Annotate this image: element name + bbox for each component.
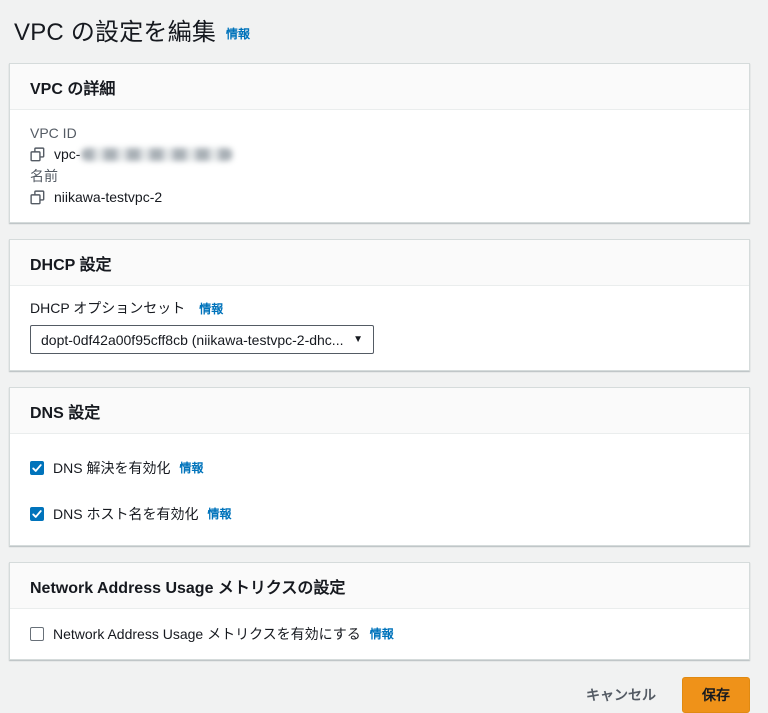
dhcp-info-link[interactable]: 情報 [199, 302, 223, 316]
dns-hostnames-info-link[interactable]: 情報 [207, 505, 231, 523]
dns-resolution-row: DNS 解決を有効化 情報 [30, 459, 729, 477]
save-button[interactable]: 保存 [682, 677, 750, 713]
cancel-button[interactable]: キャンセル [586, 679, 656, 711]
dhcp-option-set-selected-value: dopt-0df42a00f95cff8cb (niikawa-testvpc-… [41, 331, 344, 348]
form-actions: キャンセル 保存 [0, 677, 750, 713]
vpc-id-prefix: vpc- [54, 146, 81, 162]
vpc-name-row: niikawa-testvpc-2 [30, 188, 729, 206]
dns-hostnames-row: DNS ホスト名を有効化 情報 [30, 505, 729, 523]
page-title: VPC の設定を編集 [14, 19, 217, 46]
dhcp-option-set-label-row: DHCP オプションセット 情報 [30, 299, 729, 318]
page-info-link[interactable]: 情報 [226, 25, 250, 42]
copy-icon[interactable] [30, 146, 45, 162]
nau-metrics-body: Network Address Usage メトリクスを有効にする 情報 [10, 609, 749, 659]
edit-vpc-settings-page: VPC の設定を編集 情報 VPC の詳細 VPC ID vpc- 名前 nii… [0, 0, 768, 713]
vpc-id-row: vpc- [30, 145, 729, 163]
dhcp-option-set-select[interactable]: dopt-0df42a00f95cff8cb (niikawa-testvpc-… [30, 325, 374, 354]
nau-enable-label: Network Address Usage メトリクスを有効にする [53, 626, 361, 642]
dhcp-settings-card: DHCP 設定 DHCP オプションセット 情報 dopt-0df42a00f9… [9, 239, 750, 371]
dns-settings-body: DNS 解決を有効化 情報 DNS ホスト名を有効化 情報 [10, 434, 749, 545]
dhcp-settings-body: DHCP オプションセット 情報 dopt-0df42a00f95cff8cb … [10, 286, 749, 370]
dns-hostnames-checkbox[interactable] [30, 507, 44, 521]
dns-settings-card: DNS 設定 DNS 解決を有効化 情報 DNS ホスト名を有効化 情報 [9, 387, 750, 546]
caret-down-icon: ▼ [353, 333, 363, 345]
nau-enable-checkbox[interactable] [30, 627, 44, 641]
vpc-details-heading: VPC の詳細 [10, 64, 749, 110]
dns-hostnames-label: DNS ホスト名を有効化 [53, 506, 199, 522]
vpc-name-label: 名前 [30, 168, 58, 184]
vpc-name-value: niikawa-testvpc-2 [54, 189, 163, 205]
vpc-id-label: VPC ID [30, 125, 77, 141]
nau-enable-row: Network Address Usage メトリクスを有効にする 情報 [30, 625, 729, 643]
nau-info-link[interactable]: 情報 [370, 625, 394, 643]
page-title-row: VPC の設定を編集 情報 [14, 12, 750, 47]
dns-resolution-label: DNS 解決を有効化 [53, 460, 171, 476]
dns-resolution-info-link[interactable]: 情報 [179, 459, 203, 477]
copy-icon[interactable] [30, 189, 45, 205]
dns-settings-heading: DNS 設定 [10, 388, 749, 434]
dns-resolution-checkbox[interactable] [30, 461, 44, 475]
nau-metrics-heading: Network Address Usage メトリクスの設定 [10, 563, 749, 609]
vpc-details-body: VPC ID vpc- 名前 niikawa-testvpc-2 [10, 110, 749, 222]
vpc-details-card: VPC の詳細 VPC ID vpc- 名前 niikawa-testvpc-2 [9, 63, 750, 223]
vpc-id-redacted-value [81, 147, 234, 161]
dhcp-option-set-label: DHCP オプションセット [30, 300, 186, 316]
dhcp-settings-heading: DHCP 設定 [10, 240, 749, 286]
nau-metrics-card: Network Address Usage メトリクスの設定 Network A… [9, 562, 750, 660]
